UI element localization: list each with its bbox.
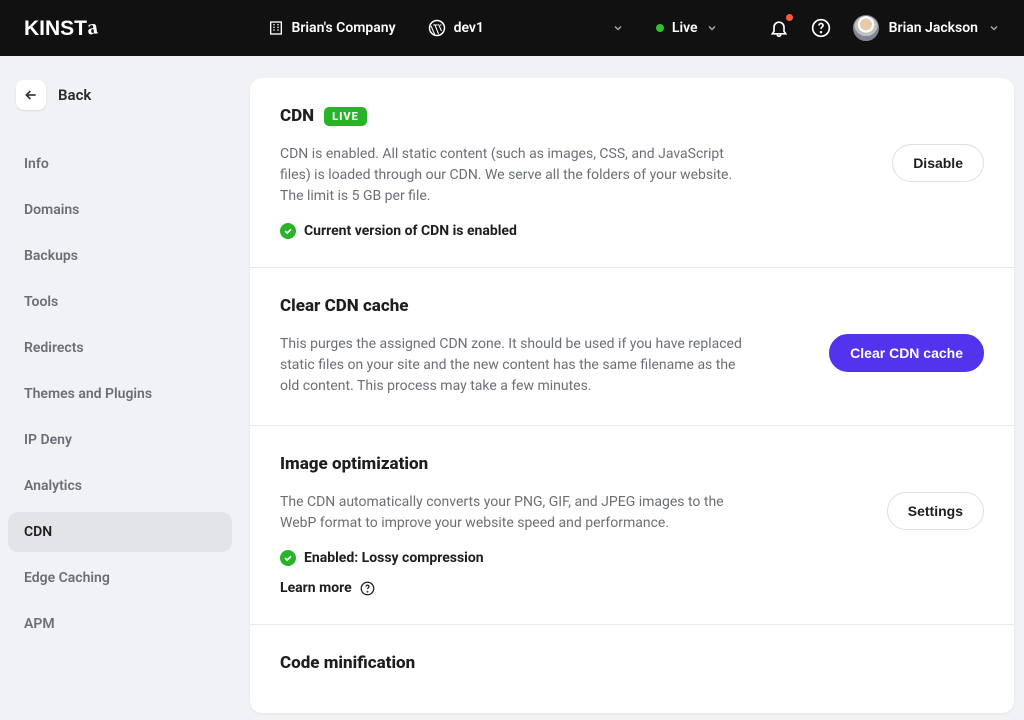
site-name: dev1 — [454, 20, 484, 36]
clear-cache-title: Clear CDN cache — [280, 296, 409, 316]
learn-more-label: Learn more — [280, 580, 352, 596]
clear-cache-description: This purges the assigned CDN zone. It sh… — [280, 334, 750, 397]
back-button[interactable] — [16, 80, 46, 110]
check-icon — [280, 223, 296, 239]
disable-cdn-button[interactable]: Disable — [892, 144, 984, 182]
cdn-section: CDN LIVE CDN is enabled. All static cont… — [250, 78, 1014, 268]
image-opt-title: Image optimization — [280, 454, 428, 474]
help-icon — [811, 18, 831, 38]
status-dot-icon — [656, 24, 664, 32]
clear-cache-section: Clear CDN cache This purges the assigned… — [250, 268, 1014, 426]
logo: KINSTa — [24, 16, 98, 41]
clear-cache-button[interactable]: Clear CDN cache — [829, 334, 984, 372]
image-opt-status: Enabled: Lossy compression — [304, 550, 484, 566]
sidebar-item-analytics[interactable]: Analytics — [8, 466, 232, 506]
sidebar-item-backups[interactable]: Backups — [8, 236, 232, 276]
chevron-down-icon — [988, 22, 1000, 34]
user-name: Brian Jackson — [889, 20, 978, 36]
building-icon — [268, 20, 284, 36]
settings-panel: CDN LIVE CDN is enabled. All static cont… — [250, 78, 1014, 713]
sidebar-item-edge-caching[interactable]: Edge Caching — [8, 558, 232, 598]
learn-more-link[interactable]: Learn more — [280, 580, 750, 596]
cdn-title: CDN — [280, 106, 314, 126]
chevron-down-icon — [612, 22, 624, 34]
main-content: CDN LIVE CDN is enabled. All static cont… — [240, 56, 1024, 720]
sidebar-item-info[interactable]: Info — [8, 144, 232, 184]
sidebar: Back Info Domains Backups Tools Redirects The… — [0, 56, 240, 720]
notification-badge — [786, 14, 793, 21]
back-label: Back — [58, 86, 91, 104]
arrow-left-icon — [23, 87, 39, 103]
cdn-status: Current version of CDN is enabled — [304, 223, 517, 239]
code-minification-section: Code minification — [250, 625, 1014, 713]
sidebar-item-tools[interactable]: Tools — [8, 282, 232, 322]
avatar — [853, 15, 879, 41]
company-selector[interactable]: Brian's Company — [268, 20, 396, 36]
image-opt-settings-button[interactable]: Settings — [887, 492, 984, 530]
app-header: KINSTa Brian's Company dev1 Live Brian J… — [0, 0, 1024, 56]
help-button[interactable] — [811, 18, 831, 38]
chevron-down-icon — [706, 22, 718, 34]
company-name: Brian's Company — [292, 20, 396, 36]
bell-icon — [769, 18, 789, 38]
environment-name: Live — [672, 20, 698, 36]
sidebar-item-domains[interactable]: Domains — [8, 190, 232, 230]
user-menu[interactable]: Brian Jackson — [853, 15, 1000, 41]
sidebar-item-ip-deny[interactable]: IP Deny — [8, 420, 232, 460]
image-optimization-section: Image optimization The CDN automatically… — [250, 426, 1014, 625]
image-opt-description: The CDN automatically converts your PNG,… — [280, 492, 750, 534]
notifications-button[interactable] — [769, 18, 789, 38]
minification-title: Code minification — [280, 653, 415, 673]
wordpress-icon — [428, 19, 446, 37]
site-selector[interactable]: dev1 — [428, 19, 624, 37]
sidebar-item-redirects[interactable]: Redirects — [8, 328, 232, 368]
sidebar-item-apm[interactable]: APM — [8, 604, 232, 644]
sidebar-item-cdn[interactable]: CDN — [8, 512, 232, 552]
environment-selector[interactable]: Live — [656, 20, 718, 36]
check-icon — [280, 550, 296, 566]
cdn-description: CDN is enabled. All static content (such… — [280, 144, 750, 207]
sidebar-item-themes-and-plugins[interactable]: Themes and Plugins — [8, 374, 232, 414]
help-icon — [360, 581, 375, 596]
live-badge: LIVE — [324, 107, 367, 126]
